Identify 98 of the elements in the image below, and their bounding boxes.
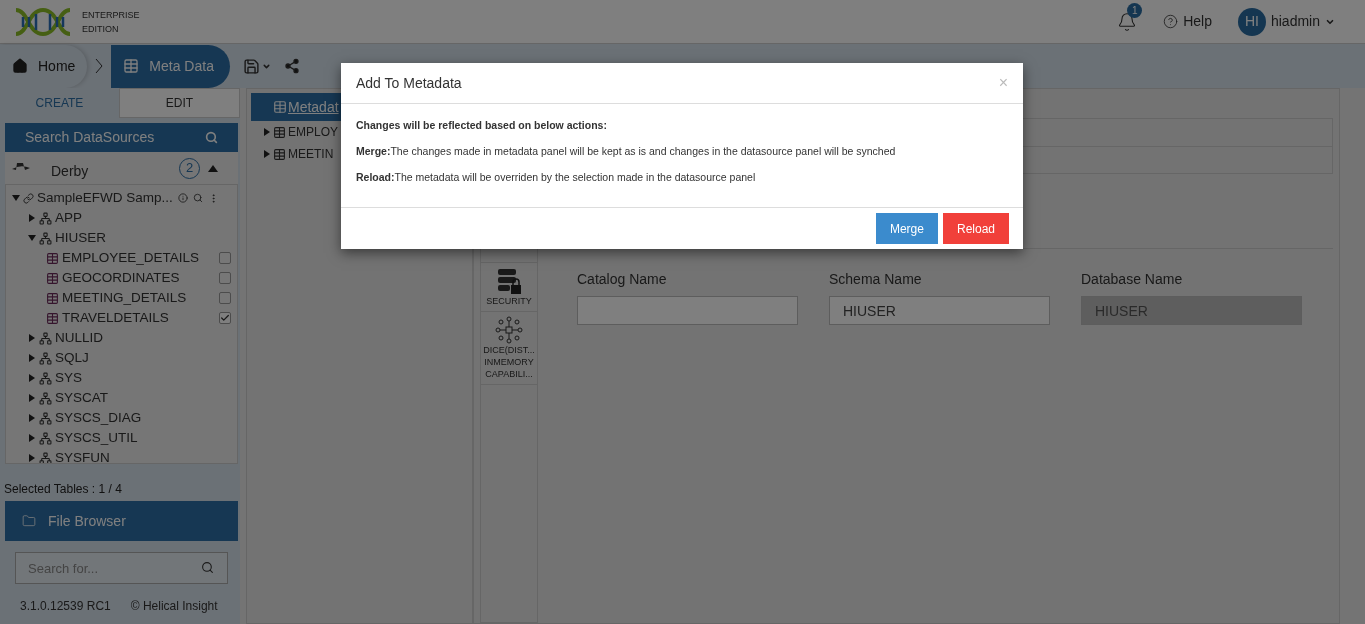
collapsed-caret-icon[interactable] — [28, 414, 36, 422]
hierarchy-icon — [39, 411, 52, 425]
info-icon[interactable] — [177, 193, 188, 203]
text-field[interactable] — [577, 296, 798, 325]
tree-item[interactable]: NULLID — [55, 327, 103, 349]
datasource-search-bar[interactable]: Search DataSources — [5, 123, 238, 152]
table-icon — [123, 58, 140, 74]
field-label: Database Name — [1081, 270, 1184, 289]
side-menu-item[interactable]: DICE(DIST... INMEMORY CAPABILI... — [481, 312, 537, 385]
text-field[interactable]: HIUSER — [829, 296, 1050, 325]
hierarchy-icon — [39, 451, 52, 463]
checkbox[interactable] — [219, 252, 231, 264]
collapsed-caret-icon[interactable] — [28, 434, 36, 442]
help-icon[interactable] — [1163, 14, 1179, 29]
tree-item[interactable]: EMPLOYEE_DETAILS — [62, 247, 200, 269]
tree-item[interactable]: SYSCS_UTIL — [55, 427, 138, 449]
table-icon — [273, 147, 286, 161]
file-browser-button[interactable]: File Browser — [5, 501, 238, 541]
table-icon — [273, 100, 287, 114]
expanded-caret-icon[interactable] — [28, 234, 36, 242]
collapsed-caret-icon[interactable] — [28, 454, 36, 462]
collapsed-caret-icon[interactable] — [28, 394, 36, 402]
version-label: 3.1.0.12539 RC1 — [20, 598, 111, 615]
hierarchy-icon — [39, 391, 52, 405]
link-icon — [23, 192, 34, 204]
search-icon — [205, 131, 218, 144]
notification-count: 1 — [1127, 2, 1143, 18]
folder-icon — [22, 514, 36, 528]
collapsed-caret-icon[interactable] — [28, 214, 36, 222]
table-icon — [46, 311, 59, 325]
chevron-icon — [95, 58, 104, 74]
hierarchy-icon — [39, 211, 52, 225]
checkbox[interactable] — [219, 312, 231, 324]
hierarchy-icon — [39, 371, 52, 385]
tree-item[interactable]: GEOCORDINATES — [62, 267, 180, 289]
locked-server-icon — [496, 267, 522, 295]
field-label: Catalog Name — [577, 270, 668, 289]
table-icon — [273, 125, 286, 139]
tree-item[interactable]: SYSCS_DIAG — [55, 407, 142, 429]
dialog-title: Add To Metadata — [356, 73, 462, 93]
side-menu-label: SECURITY — [486, 295, 532, 307]
copyright-label: © Helical Insight — [130, 598, 218, 615]
hierarchy-icon — [39, 331, 52, 345]
search-icon[interactable] — [192, 193, 203, 203]
collapsed-caret-icon[interactable] — [28, 334, 36, 342]
table-icon — [46, 251, 59, 265]
hierarchy-icon — [39, 431, 52, 445]
edition-label: ENTERPRISE — [82, 8, 140, 22]
expanded-caret-icon[interactable] — [12, 194, 20, 202]
share-icon[interactable] — [283, 58, 300, 74]
tree-item[interactable]: TRAVELDETAILS — [62, 307, 169, 329]
collapse-caret-icon[interactable] — [208, 164, 218, 172]
hierarchy-icon — [39, 231, 52, 245]
field-label: Schema Name — [829, 270, 923, 289]
tree-item[interactable]: SYSFUN — [55, 447, 110, 463]
breadcrumb-tab[interactable]: Home — [0, 44, 88, 88]
reload-button[interactable]: Reload — [942, 213, 1009, 245]
dialog-text: Merge:The changes made in metadata panel will be kept as is and changes in the datasource panel will be synched — [356, 143, 897, 159]
home-icon — [12, 58, 28, 74]
logo-icon — [14, 7, 72, 36]
side-menu-label: CAPABILI... — [485, 368, 533, 380]
datasource-name: Derby — [51, 161, 89, 181]
user-menu[interactable]: hiadmin — [1270, 11, 1320, 32]
tree-item[interactable]: MEETING_DETAILS — [62, 287, 187, 309]
tree-item[interactable]: SYS — [55, 367, 82, 389]
avatar[interactable]: HI — [1237, 7, 1266, 36]
panel-tab[interactable]: EDIT — [119, 88, 240, 118]
table-icon — [46, 271, 59, 285]
panel-title[interactable]: Metadat — [288, 96, 339, 118]
checkbox[interactable] — [219, 292, 231, 304]
tree-item[interactable]: MEETIN — [288, 145, 334, 163]
tree-item[interactable]: EMPLOY — [288, 123, 338, 141]
save-icon[interactable] — [242, 57, 260, 75]
side-menu-label: DICE(DIST... — [483, 344, 535, 356]
collapsed-caret-icon[interactable] — [28, 374, 36, 382]
merge-button[interactable]: Merge — [875, 213, 938, 245]
table-icon — [46, 291, 59, 305]
side-menu-label: INMEMORY — [484, 356, 534, 368]
dialog-text: Reload:The metadata will be overriden by the selection made in the datasource panel — [356, 169, 757, 185]
collapsed-caret-icon[interactable] — [263, 128, 271, 136]
tree-item[interactable]: SYSCAT — [55, 387, 108, 409]
hierarchy-icon — [39, 351, 52, 365]
breadcrumb-tab[interactable]: Meta Data — [111, 44, 230, 88]
selected-tables-count: Selected Tables : 1 / 4 — [4, 481, 123, 498]
checkbox[interactable] — [219, 272, 231, 284]
tree-item[interactable]: APP — [55, 207, 82, 229]
tree-item[interactable]: HIUSER — [55, 227, 106, 249]
network-nodes-icon — [495, 316, 523, 344]
search-icon[interactable] — [201, 561, 214, 574]
side-menu-item[interactable]: SECURITY — [481, 263, 537, 312]
collapsed-caret-icon[interactable] — [263, 150, 271, 158]
dialog-intro: Changes will be reflected based on below actions: — [356, 118, 608, 133]
collapsed-caret-icon[interactable] — [28, 354, 36, 362]
edition-label: EDITION — [82, 22, 120, 36]
help-link[interactable]: Help — [1183, 11, 1212, 32]
tree-item[interactable]: SQLJ — [55, 347, 89, 369]
close-button[interactable]: × — [998, 71, 1008, 95]
tree-item[interactable]: SampleEFWD Samp... — [37, 187, 173, 209]
